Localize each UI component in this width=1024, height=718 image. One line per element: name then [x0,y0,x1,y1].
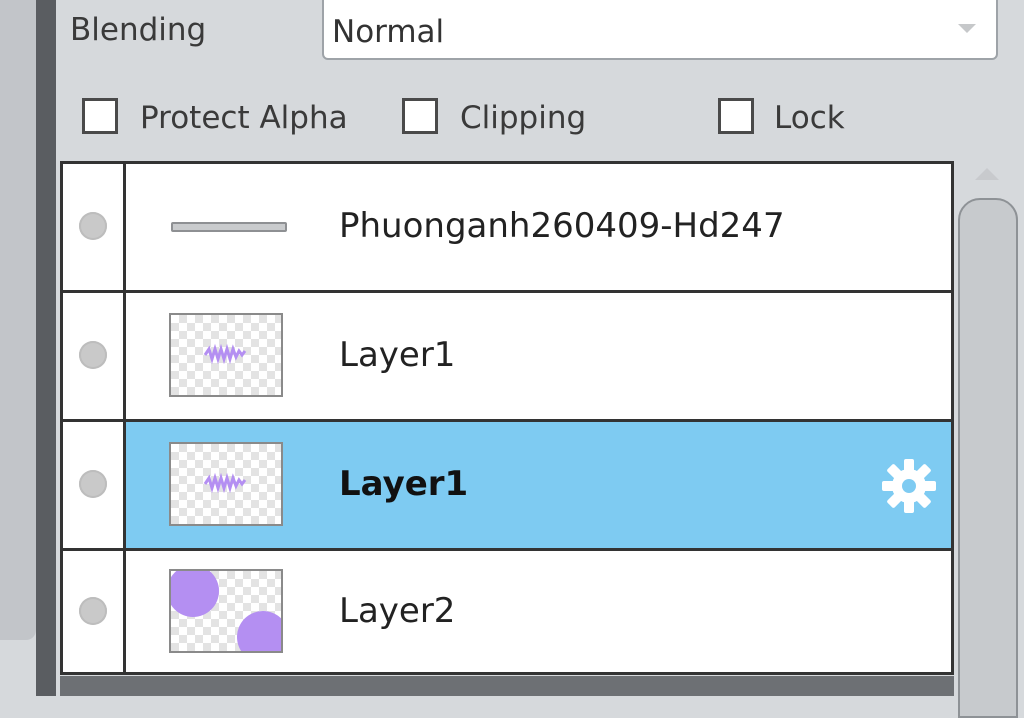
protect-alpha-checkbox[interactable] [82,98,118,134]
visibility-toggle[interactable] [79,341,107,369]
layer-name: Layer2 [339,591,456,631]
folder-icon [171,222,287,232]
layer-name: Phuonganh260409-Hd247 [339,206,785,246]
blending-value: Normal [332,14,445,50]
gear-icon[interactable] [879,456,939,516]
visibility-column [63,551,126,672]
clipping-checkbox[interactable] [402,98,438,134]
panel-divider[interactable] [36,0,56,696]
layer-row[interactable]: Layer1 [63,293,951,419]
scribble-icon [203,343,247,365]
visibility-toggle[interactable] [79,597,107,625]
layer-thumbnail [169,442,283,526]
clipping-label: Clipping [460,100,587,136]
layer-row-selected[interactable]: Layer1 [63,422,951,548]
layer-name: Layer1 [339,464,469,504]
scribble-icon [203,472,247,494]
circles-thumbnail-icon [171,571,281,651]
left-panel-edge [0,0,36,640]
clipping-option[interactable]: Clipping [402,94,592,142]
protect-alpha-label: Protect Alpha [140,100,348,136]
blending-select[interactable]: Normal [322,0,998,60]
visibility-column [63,164,126,290]
panel-bottom-bar [60,676,954,696]
blending-label: Blending [70,12,207,48]
layer-thumbnail [169,313,283,397]
scroll-up-arrow-icon[interactable] [975,168,999,180]
scrollbar-thumb[interactable] [958,198,1018,718]
layer-name: Layer1 [339,335,456,375]
protect-alpha-option[interactable]: Protect Alpha [82,94,362,142]
visibility-column [63,293,126,419]
visibility-column [63,422,126,548]
lock-option[interactable]: Lock [718,94,858,142]
layer-list: Phuonganh260409-Hd247 Layer1 Layer1 Laye… [60,161,954,675]
layer-row[interactable]: Phuonganh260409-Hd247 [63,164,951,290]
chevron-down-icon [958,24,976,33]
layer-thumbnail [169,569,283,653]
visibility-toggle[interactable] [79,470,107,498]
lock-checkbox[interactable] [718,98,754,134]
visibility-toggle[interactable] [79,212,107,240]
layer-row[interactable]: Layer2 [63,551,951,672]
lock-label: Lock [774,100,845,136]
